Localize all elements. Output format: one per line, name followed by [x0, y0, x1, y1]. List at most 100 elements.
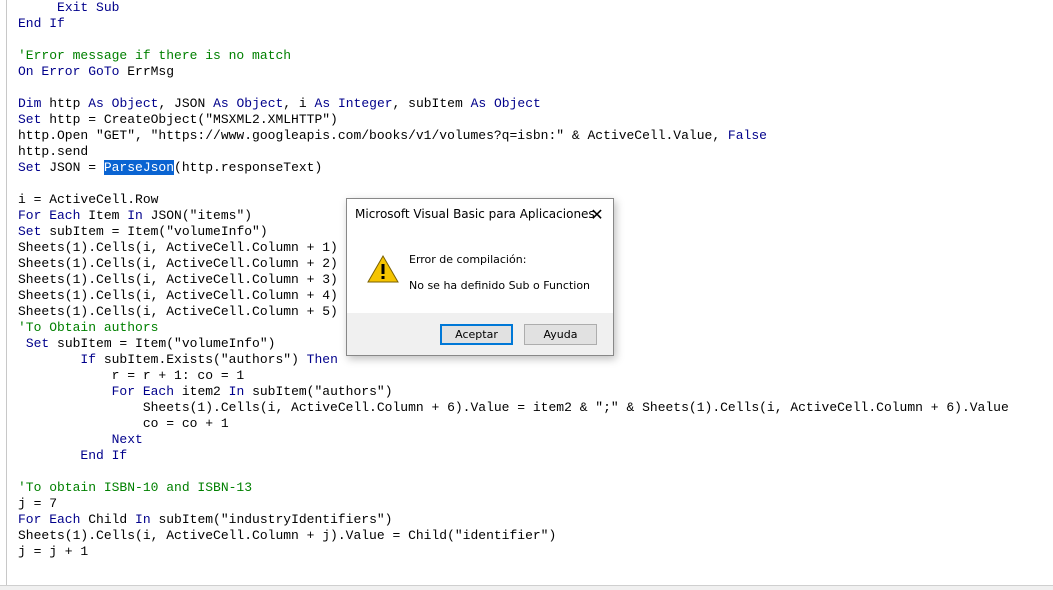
code-token: JSON("items")	[142, 208, 253, 223]
code-token: subItem = Item("volumeInfo")	[49, 336, 276, 351]
code-token: For Each	[111, 384, 175, 399]
code-token: As	[470, 96, 487, 111]
code-token: JSON =	[41, 160, 104, 175]
code-token: Sheets(1).Cells(i, ActiveCell.Column + 3…	[18, 272, 338, 287]
code-token: For Each	[18, 208, 81, 223]
code-token: Exit Sub	[57, 0, 120, 15]
code-token: False	[727, 128, 767, 143]
code-line[interactable]: Next	[18, 432, 1009, 448]
error-message: No se ha definido Sub o Function	[409, 279, 591, 292]
code-token: Next	[111, 432, 143, 447]
code-token: As	[213, 96, 229, 111]
close-icon[interactable]: ✕	[587, 205, 607, 224]
code-line[interactable]: End If	[18, 448, 1009, 464]
code-token: http.Open "GET", "https://www.googleapis…	[18, 128, 728, 143]
code-token: , JSON	[158, 96, 214, 111]
code-line[interactable]: j = j + 1	[18, 544, 1009, 560]
code-token: Sheets(1).Cells(i, ActiveCell.Column + 5…	[18, 304, 338, 319]
code-line[interactable]	[18, 80, 1009, 96]
code-token: Set	[25, 336, 50, 351]
code-token: In	[127, 208, 143, 223]
code-token: Item	[80, 208, 128, 223]
code-token: subItem("industryIdentifiers")	[150, 512, 393, 527]
code-line[interactable]: End If	[18, 16, 1009, 32]
code-line[interactable]	[18, 176, 1009, 192]
code-token: Sheets(1).Cells(i, ActiveCell.Column + 6…	[18, 400, 1009, 415]
code-line[interactable]: For Each Child In subItem("industryIdent…	[18, 512, 1009, 528]
code-line[interactable]: On Error GoTo ErrMsg	[18, 64, 1009, 80]
code-token: As	[314, 96, 331, 111]
code-line[interactable]: http.Open "GET", "https://www.googleapis…	[18, 128, 1009, 144]
code-token: ErrMsg	[119, 64, 175, 79]
code-token: End If	[80, 448, 128, 463]
code-token: Set	[18, 224, 42, 239]
code-token: r = r + 1: co = 1	[18, 368, 245, 383]
error-dialog: Microsoft Visual Basic para Aplicaciones…	[346, 198, 614, 356]
code-token: http	[41, 96, 89, 111]
code-token: (http.responseText)	[174, 160, 323, 175]
code-token: http.send	[18, 144, 89, 159]
code-token: If	[80, 352, 97, 367]
code-line[interactable]	[18, 464, 1009, 480]
code-token: Set	[18, 112, 42, 127]
code-line[interactable]: r = r + 1: co = 1	[18, 368, 1009, 384]
code-token: End If	[18, 16, 65, 31]
code-token: subItem = Item("volumeInfo")	[41, 224, 268, 239]
code-line[interactable]: Sheets(1).Cells(i, ActiveCell.Column + 6…	[18, 400, 1009, 416]
accept-button[interactable]: Aceptar	[440, 324, 513, 345]
code-token: co = co + 1	[18, 416, 229, 431]
code-line[interactable]: Set http = CreateObject("MSXML2.XMLHTTP"…	[18, 112, 1009, 128]
code-line[interactable]: Dim http As Object, JSON As Object, i As…	[18, 96, 1009, 112]
code-token: 'Error message if there is no match	[18, 48, 292, 63]
code-line[interactable]: j = 7	[18, 496, 1009, 512]
warning-icon	[367, 254, 399, 284]
dialog-title: Microsoft Visual Basic para Aplicaciones	[355, 207, 595, 221]
code-token: Set	[18, 160, 42, 175]
code-token: Sheets(1).Cells(i, ActiveCell.Column + 2…	[18, 256, 338, 271]
code-token: On Error GoTo	[18, 64, 120, 79]
code-token: In	[228, 384, 245, 399]
code-token: In	[135, 512, 151, 527]
code-token: Object	[236, 96, 284, 111]
selected-text: ParseJson	[103, 160, 175, 175]
code-token: Dim	[18, 96, 42, 111]
code-token: j = 7	[18, 496, 58, 511]
code-token: Sheets(1).Cells(i, ActiveCell.Column + 4…	[18, 288, 338, 303]
code-token: http = CreateObject("MSXML2.XMLHTTP")	[41, 112, 338, 127]
code-token: Object	[493, 96, 541, 111]
code-line[interactable]	[18, 32, 1009, 48]
code-token: Then	[306, 352, 338, 367]
code-line[interactable]: 'Error message if there is no match	[18, 48, 1009, 64]
code-token: Integer	[337, 96, 393, 111]
code-line[interactable]: Set JSON = ParseJson(http.responseText)	[18, 160, 1009, 176]
code-line[interactable]: 'To obtain ISBN-10 and ISBN-13	[18, 480, 1009, 496]
horizontal-scrollbar[interactable]	[0, 585, 1053, 590]
code-token: , subItem	[392, 96, 471, 111]
code-token: Sheets(1).Cells(i, ActiveCell.Column + j…	[18, 528, 557, 543]
error-heading: Error de compilación:	[409, 253, 527, 266]
code-token: Child	[80, 512, 136, 527]
code-line[interactable]: co = co + 1	[18, 416, 1009, 432]
code-line[interactable]: Sheets(1).Cells(i, ActiveCell.Column + j…	[18, 528, 1009, 544]
code-line[interactable]: For Each item2 In subItem("authors")	[18, 384, 1009, 400]
editor-margin-line	[6, 0, 7, 590]
code-token: subItem.Exists("authors")	[96, 352, 307, 367]
code-token: As	[88, 96, 104, 111]
code-token: item2	[174, 384, 229, 399]
help-button[interactable]: Ayuda	[524, 324, 597, 345]
code-token: 'To obtain ISBN-10 and ISBN-13	[18, 480, 253, 495]
code-token: , i	[283, 96, 315, 111]
code-line[interactable]: http.send	[18, 144, 1009, 160]
code-token: j = j + 1	[18, 544, 89, 559]
code-line[interactable]: Exit Sub	[18, 0, 1009, 16]
code-token: i = ActiveCell.Row	[18, 192, 159, 207]
code-token: subItem("authors")	[244, 384, 393, 399]
